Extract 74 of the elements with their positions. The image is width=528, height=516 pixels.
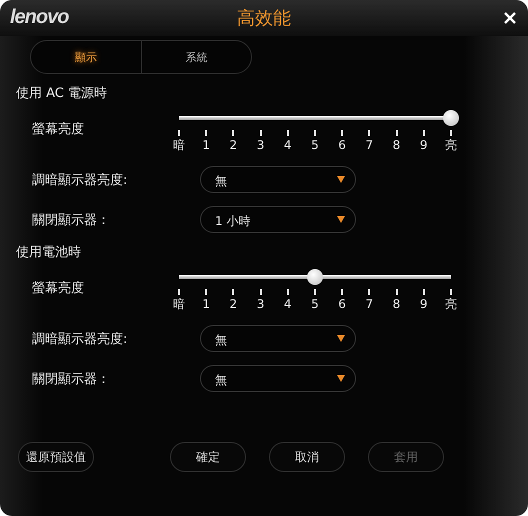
dropdown[interactable]: 1 小時: [200, 206, 356, 233]
dropdown[interactable]: 無: [200, 166, 356, 193]
tick-mark: [286, 130, 289, 136]
dropdown-value: 無: [215, 372, 227, 389]
tab[interactable]: 系統: [140, 41, 251, 73]
tick-mark: [260, 130, 262, 136]
button[interactable]: 還原預設值: [18, 442, 94, 472]
tick-label: 9: [420, 297, 428, 312]
close-button[interactable]: [504, 12, 516, 24]
tick-label: 1: [202, 138, 210, 153]
dropdown[interactable]: 無: [200, 325, 356, 352]
section-title: 使用 AC 電源時: [16, 85, 108, 102]
tick-label: 暗: [173, 297, 185, 312]
setting-label: 調暗顯示器亮度:: [31, 330, 128, 348]
tick-mark: [368, 289, 370, 295]
brightness-label: 螢幕亮度: [31, 121, 85, 138]
tick-label: 1: [202, 297, 210, 312]
tick-label: 7: [365, 138, 374, 153]
tick-mark: [450, 289, 452, 295]
tick-mark: [178, 289, 180, 295]
tick-label: 6: [338, 138, 346, 153]
tick-label: 5: [311, 297, 319, 312]
tick-mark: [422, 130, 425, 136]
tick-label: 亮: [444, 138, 457, 153]
brightness-label: 螢幕亮度: [31, 280, 85, 297]
tick-label: 5: [311, 138, 319, 153]
tick-label: 7: [365, 297, 374, 312]
tick-mark: [396, 289, 398, 295]
tick-label: 3: [256, 297, 264, 312]
slider-thumb[interactable]: [443, 110, 459, 126]
tick-label: 4: [284, 297, 292, 312]
tick-label: 2: [230, 297, 238, 312]
tick-mark: [260, 289, 262, 295]
tick-label: 亮: [444, 297, 457, 312]
dropdown-value: 無: [215, 173, 227, 190]
tick-label: 3: [256, 138, 264, 153]
caret-icon: [337, 176, 345, 183]
tick-mark: [314, 130, 316, 136]
logo: lenovo: [10, 6, 68, 29]
tab[interactable]: 顯示: [31, 41, 140, 73]
dropdown-value: 1 小時: [215, 213, 250, 230]
tick-mark: [368, 130, 370, 136]
tick-label: 9: [420, 138, 428, 153]
button[interactable]: 取消: [269, 442, 345, 472]
tick-label: 6: [338, 297, 346, 312]
slider-thumb[interactable]: [307, 269, 323, 285]
tick-mark: [396, 130, 398, 136]
caret-icon: [337, 216, 345, 223]
dropdown[interactable]: 無: [200, 365, 356, 392]
section-title: 使用電池時: [16, 244, 82, 261]
tick-mark: [232, 289, 234, 295]
tick-mark: [178, 130, 180, 136]
tick-mark: [205, 289, 208, 295]
tick-label: 4: [284, 138, 292, 153]
setting-label: 調暗顯示器亮度:: [31, 172, 128, 188]
caret-icon: [337, 335, 345, 342]
dropdown-value: 無: [215, 332, 227, 349]
tick-mark: [422, 289, 425, 295]
tick-mark: [232, 130, 234, 136]
tick-mark: [341, 130, 344, 136]
caret-icon: [337, 375, 345, 382]
tick-mark: [341, 289, 344, 295]
button[interactable]: 確定: [170, 442, 246, 472]
tick-mark: [450, 130, 452, 136]
tick-mark: [205, 130, 208, 136]
tick-label: 暗: [173, 138, 185, 153]
setting-label: 關閉顯示器：: [31, 212, 111, 228]
tick-mark: [286, 289, 289, 295]
tick-label: 8: [392, 297, 400, 312]
tick-label: 8: [392, 138, 400, 153]
window-title: 高效能: [237, 7, 291, 30]
tick-mark: [314, 289, 316, 295]
tick-label: 2: [230, 138, 238, 153]
setting-label: 關閉顯示器：: [31, 370, 111, 388]
